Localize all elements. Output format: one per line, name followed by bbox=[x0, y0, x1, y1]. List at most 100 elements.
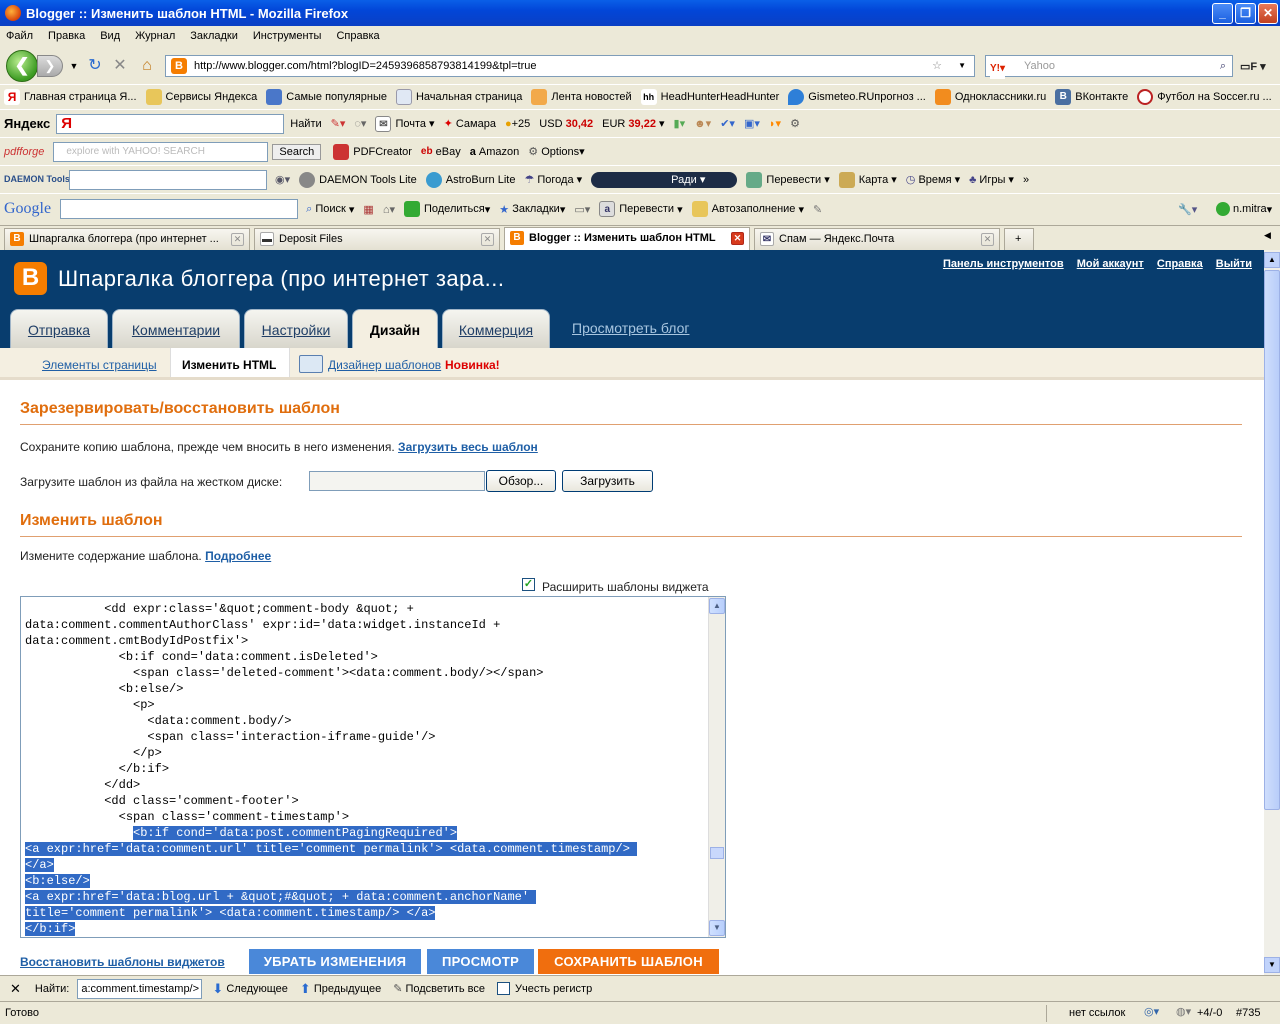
pagerank-icon[interactable]: ▦ bbox=[363, 203, 373, 216]
home-icon[interactable]: ⌂ bbox=[137, 56, 157, 76]
links-indicator[interactable]: нет ссылок bbox=[1046, 1005, 1136, 1022]
template-editor[interactable]: <dd expr:class='&quot;comment-body &quot… bbox=[20, 596, 726, 938]
preview-button[interactable]: ПРОСМОТР bbox=[427, 949, 534, 974]
url-bar[interactable]: B http://www.blogger.com/html?blogID=245… bbox=[165, 55, 975, 77]
daemon-link[interactable]: DAEMON Tools Lite bbox=[299, 171, 417, 188]
globe-icon[interactable]: ◉▾ bbox=[275, 173, 290, 186]
page-scroll-thumb[interactable] bbox=[1264, 270, 1280, 810]
share-button[interactable]: Поделиться ▾ bbox=[403, 201, 490, 217]
yandex-search-input[interactable]: Я bbox=[56, 113, 285, 134]
scroll-down-icon[interactable]: ▼ bbox=[709, 920, 725, 936]
find-next-button[interactable]: ⬇ Следующее bbox=[212, 981, 288, 997]
find-input[interactable]: a:comment.timestamp/> bbox=[77, 978, 203, 999]
scroll-down-icon[interactable]: ▼ bbox=[1264, 957, 1280, 973]
translate-menu[interactable]: Перевести ▾ bbox=[746, 171, 830, 188]
blogger-logo-icon[interactable]: B bbox=[14, 262, 47, 295]
view-blog-link[interactable]: Просмотреть блог bbox=[572, 320, 689, 336]
yandex-usd[interactable]: USD 30,42 bbox=[539, 118, 593, 130]
scroll-up-icon[interactable]: ▲ bbox=[1264, 252, 1280, 268]
tab-list-icon[interactable]: ◀ bbox=[1264, 230, 1271, 241]
google-brand[interactable]: Google bbox=[4, 200, 51, 218]
tab-depositfiles[interactable]: ▬ Deposit Files ✕ bbox=[254, 228, 500, 250]
tab-posting[interactable]: Отправка bbox=[10, 309, 108, 348]
close-window-button[interactable]: ✕ bbox=[1258, 3, 1278, 24]
save-template-button[interactable]: СОХРАНИТЬ ШАБЛОН bbox=[538, 949, 719, 974]
new-tab-button[interactable]: + bbox=[1004, 228, 1034, 250]
tab-yandex-mail[interactable]: ✉ Спам — Яндекс.Почта ✕ bbox=[754, 228, 1000, 250]
addon-icon[interactable]: ▭F ▾ bbox=[1240, 60, 1266, 73]
reload-icon[interactable]: ↻ bbox=[85, 56, 105, 76]
browse-button[interactable]: Обзор... bbox=[486, 470, 556, 492]
settings-icon[interactable]: ⚙ bbox=[790, 117, 800, 130]
pen-icon[interactable]: ✎ bbox=[813, 203, 822, 216]
menu-help[interactable]: Справка bbox=[336, 30, 379, 42]
yandex-city[interactable]: ✦ Самара bbox=[444, 117, 496, 131]
bookmarks-button[interactable]: ★ Закладки ▾ bbox=[499, 203, 565, 216]
chat-icon[interactable]: ◌▾ bbox=[354, 117, 366, 130]
spellcheck-icon[interactable]: ✔▾ bbox=[720, 117, 735, 130]
tab-blogger-edit-html[interactable]: B Blogger :: Изменить шаблон HTML ✕ bbox=[504, 227, 750, 251]
account-link[interactable]: Мой аккаунт bbox=[1077, 258, 1144, 270]
stop-icon[interactable]: ✕ bbox=[110, 56, 130, 76]
autofill-button[interactable]: Автозаполнение ▾ bbox=[691, 201, 804, 217]
close-tab-icon[interactable]: ✕ bbox=[981, 233, 994, 246]
edit-html-tab[interactable]: Изменить HTML bbox=[182, 358, 276, 372]
discard-changes-button[interactable]: УБРАТЬ ИЗМЕНЕНИЯ bbox=[249, 949, 421, 974]
bookmark-item[interactable]: Лента новостей bbox=[531, 89, 632, 105]
menu-history[interactable]: Журнал bbox=[135, 30, 175, 42]
menu-bookmarks[interactable]: Закладки bbox=[190, 30, 238, 42]
yandex-mail[interactable]: ✉ Почта ▾ bbox=[375, 115, 435, 132]
star-icon[interactable]: ☆ bbox=[932, 56, 942, 76]
bookmark-item[interactable]: Одноклассники.ru bbox=[934, 89, 1046, 105]
upload-file-field[interactable] bbox=[309, 471, 485, 491]
restore-widgets-link[interactable]: Восстановить шаблоны виджетов bbox=[20, 955, 225, 969]
logout-link[interactable]: Выйти bbox=[1216, 258, 1252, 270]
radio-player[interactable]: Ради ▾ bbox=[591, 171, 738, 188]
weather-menu[interactable]: ☂ Погода ▾ bbox=[524, 173, 582, 187]
bookmark-item[interactable]: В ВКонтакте bbox=[1055, 89, 1128, 105]
bookmark-item[interactable]: Футбол на Soccer.ru ... bbox=[1137, 89, 1272, 105]
astroburn-link[interactable]: AstroBurn Lite bbox=[425, 171, 515, 188]
amazon-link[interactable]: a Amazon bbox=[470, 146, 520, 158]
status-addon-icon[interactable]: ◎▾ bbox=[1144, 1005, 1159, 1018]
menu-file[interactable]: Файл bbox=[6, 30, 33, 42]
bookmark-item[interactable]: Начальная страница bbox=[395, 89, 522, 105]
url-dropdown-icon[interactable]: ▼ bbox=[958, 56, 966, 76]
template-designer-link[interactable]: Дизайнер шаблонов bbox=[328, 358, 441, 372]
sidewiki-icon[interactable]: ▭▾ bbox=[574, 203, 590, 216]
magnifier-icon[interactable]: ⌕ bbox=[1220, 56, 1226, 76]
pencil-icon[interactable]: ✎▾ bbox=[331, 117, 346, 130]
tab-design[interactable]: Дизайн bbox=[352, 309, 438, 348]
bookmark-item[interactable]: Gismeteo.RUпрогноз ... bbox=[788, 89, 926, 105]
google-search-input[interactable] bbox=[60, 199, 299, 219]
search-box[interactable]: Y!▾ Yahoo ⌕ bbox=[985, 55, 1233, 79]
bookmark-item[interactable]: Я Главная страница Я... bbox=[4, 89, 137, 105]
search-button[interactable]: Search bbox=[272, 143, 322, 160]
options-menu[interactable]: ⚙ Options ▾ bbox=[528, 145, 584, 159]
tab-blog[interactable]: B Шпаргалка блоггера (про интернет ... ✕ bbox=[4, 228, 250, 250]
translate-icon[interactable]: ▣▾ bbox=[744, 117, 760, 130]
editor-scroll-thumb[interactable] bbox=[710, 847, 724, 859]
translate-button[interactable]: a Перевести ▾ bbox=[599, 201, 683, 217]
wrench-icon[interactable]: 🔧▾ bbox=[1178, 203, 1197, 216]
tab-commerce[interactable]: Коммерция bbox=[442, 309, 550, 348]
close-tab-icon[interactable]: ✕ bbox=[481, 233, 494, 246]
google-search-button[interactable]: ⌕ Поиск ▾ bbox=[306, 203, 354, 216]
download-template-link[interactable]: Загрузить весь шаблон bbox=[398, 440, 538, 454]
globe-icon[interactable]: ◍▾ bbox=[1176, 1005, 1191, 1018]
bookmark-item[interactable]: hh HeadHunterHeadHunter bbox=[640, 89, 779, 105]
yandex-eur[interactable]: EUR 39,22 ▾ bbox=[602, 117, 664, 131]
page-scrollbar[interactable]: ▲ ▼ bbox=[1264, 250, 1280, 975]
menu-tools[interactable]: Инструменты bbox=[253, 30, 322, 42]
expand-widgets-checkbox[interactable]: ✓ bbox=[522, 578, 535, 591]
yandex-weather[interactable]: ● +25 bbox=[505, 118, 530, 130]
editor-scrollbar[interactable]: ▲ ▼ bbox=[708, 597, 725, 937]
map-menu[interactable]: Карта ▾ bbox=[838, 171, 897, 188]
yahoo-search-input[interactable]: explore with YAHOO! SEARCH bbox=[53, 141, 269, 162]
rss-icon[interactable]: ◗▾ bbox=[769, 117, 781, 130]
tab-comments[interactable]: Комментарии bbox=[112, 309, 240, 348]
tab-settings[interactable]: Настройки bbox=[244, 309, 348, 348]
find-prev-button[interactable]: ⬆ Предыдущее bbox=[300, 981, 381, 997]
scroll-up-icon[interactable]: ▲ bbox=[709, 598, 725, 614]
highlight-all-button[interactable]: ✎ Подсветить все bbox=[393, 982, 485, 996]
